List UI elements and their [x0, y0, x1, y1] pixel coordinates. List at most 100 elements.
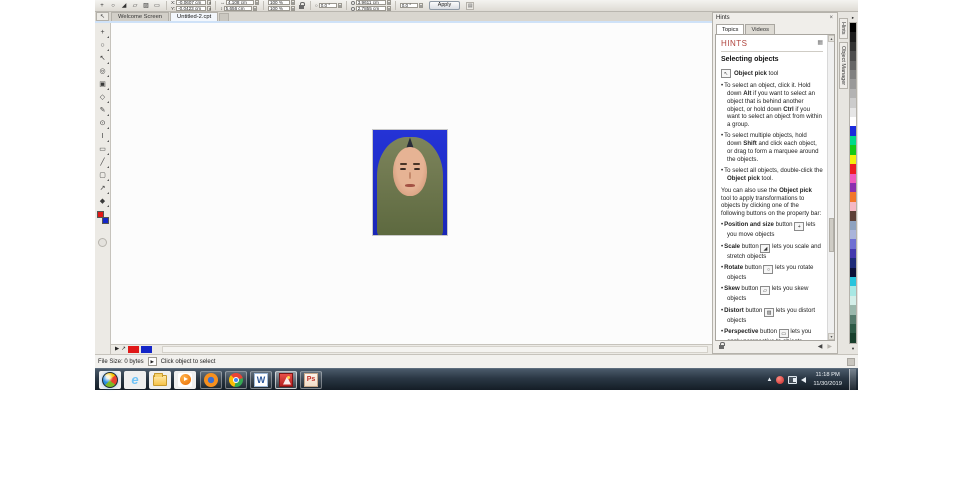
new-tab-stub[interactable] [219, 13, 230, 21]
palette-swatch[interactable] [850, 286, 856, 296]
palette-swatch[interactable] [850, 164, 856, 174]
clone-tool[interactable]: ⊙ [96, 117, 109, 130]
paper-color-swatch[interactable] [140, 346, 152, 353]
internet-explorer-icon[interactable]: e [124, 370, 146, 389]
position-size-button[interactable]: + [97, 1, 107, 11]
rotate-angle-field[interactable]: 0.0 ° [318, 3, 337, 8]
word-icon[interactable]: W [250, 370, 272, 389]
height-field[interactable]: 5.656 cm [223, 6, 252, 11]
toolbox-extra-icon[interactable] [98, 238, 107, 247]
status-play-icon[interactable]: ▶ [147, 357, 157, 366]
rotate-button[interactable]: ○ [108, 1, 118, 11]
palette-swatch[interactable] [850, 220, 856, 230]
dim2-field[interactable]: 2.7855 cm [355, 6, 386, 11]
shape-tool[interactable]: ▭ [96, 143, 109, 156]
firefox-icon[interactable] [200, 370, 222, 389]
palette-swatch[interactable] [850, 32, 856, 42]
document-tab[interactable]: Welcome Screen [111, 12, 170, 21]
x-field[interactable]: -0.0607 cm [176, 0, 207, 5]
vtab-hints[interactable]: Hints [838, 18, 848, 39]
palette-swatch[interactable] [850, 248, 856, 259]
palette-swatch[interactable] [850, 126, 856, 136]
palette-swatch[interactable] [850, 201, 856, 212]
palette-swatch[interactable] [850, 211, 856, 221]
skew-button[interactable]: ▱ [130, 1, 140, 11]
palette-swatch[interactable] [850, 173, 856, 183]
speaker-icon[interactable] [793, 376, 807, 383]
paint-color-swatch[interactable] [127, 346, 139, 353]
portrait-photo[interactable] [373, 130, 447, 235]
scale-y-field[interactable]: 100 % [267, 6, 290, 11]
lock-icon[interactable] [719, 342, 725, 349]
distort-button[interactable]: ▨ [141, 1, 151, 11]
dim2-radio[interactable] [350, 6, 355, 11]
mask-tool[interactable]: ○ [96, 39, 109, 52]
width-spinner[interactable] [254, 0, 259, 5]
scale-x-spinner[interactable] [290, 0, 295, 5]
scroll-up-icon[interactable]: ▲ [828, 35, 834, 42]
scale-x-field[interactable]: 100 % [267, 0, 290, 5]
palette-swatch[interactable] [850, 295, 856, 306]
forward-icon[interactable]: ▶ [826, 342, 833, 352]
tray-expand-icon[interactable]: ▲ [766, 375, 772, 385]
width-field[interactable]: 4.108 cm [225, 0, 254, 5]
canvas[interactable] [111, 23, 712, 344]
palette-swatch[interactable] [850, 154, 856, 165]
vtab-object-manager[interactable]: Object Manager [838, 41, 848, 89]
rotate-angle-spinner[interactable] [337, 3, 342, 8]
palette-swatch[interactable] [850, 182, 856, 193]
dim2-spinner[interactable] [386, 6, 391, 11]
document-tab[interactable]: Untitled-2.cpt [170, 12, 219, 21]
palette-swatch[interactable] [850, 258, 856, 268]
y-spinner[interactable] [207, 6, 212, 11]
zoom-tool[interactable]: ◎ [96, 65, 109, 78]
palette-swatch[interactable] [850, 135, 856, 146]
scroll-down-icon[interactable]: ▼ [828, 333, 834, 340]
palette-swatch[interactable] [850, 107, 856, 118]
hints-scrollbar[interactable]: ▲ ▼ [827, 35, 834, 340]
palette-swatch[interactable] [850, 305, 856, 315]
y-field[interactable]: -0.0423 cm [176, 6, 207, 11]
palette-swatch[interactable] [850, 79, 856, 89]
palette-swatch[interactable] [850, 51, 856, 61]
chrome-icon[interactable] [225, 370, 247, 389]
palette-flyout-bottom-icon[interactable]: ▾ [849, 345, 857, 352]
palette-swatch[interactable] [850, 333, 856, 343]
palette-swatch[interactable] [850, 267, 856, 277]
show-desktop-button[interactable] [849, 368, 856, 391]
palette-swatch[interactable] [850, 117, 856, 127]
back-icon[interactable]: ◀ [817, 342, 824, 352]
text-tool[interactable]: I [96, 130, 109, 143]
taskbar-clock[interactable]: 11:18 PM 11/30/2019 [810, 371, 845, 387]
eraser-tool[interactable]: ◇ [96, 91, 109, 104]
paint-tool[interactable]: ╱ [96, 156, 109, 169]
scale-y-spinner[interactable] [290, 6, 295, 11]
skew-angle-spinner[interactable] [418, 3, 423, 8]
crop-tool[interactable]: ▣ [96, 78, 109, 91]
palette-swatch[interactable] [850, 324, 856, 334]
palette-flyout-top-icon[interactable]: ▸ [849, 14, 857, 21]
tray-red-app-icon[interactable] [776, 375, 785, 384]
scroll-thumb[interactable] [828, 218, 834, 252]
palette-swatch[interactable] [850, 192, 856, 202]
eyedropper-tool[interactable]: ↗ [96, 182, 109, 195]
touch-up-brush-tool[interactable]: ✎ [96, 104, 109, 117]
dim1-field[interactable]: 3.9611 cm [355, 0, 386, 5]
dim1-radio[interactable] [350, 0, 355, 5]
palette-swatch[interactable] [850, 239, 856, 249]
perspective-button[interactable]: ▭ [152, 1, 162, 11]
height-spinner[interactable] [252, 6, 257, 11]
x-spinner[interactable] [207, 0, 212, 5]
pick-cursor-icon[interactable]: ↖ [96, 12, 109, 21]
hints-tab[interactable]: Videos [745, 24, 776, 34]
dim1-spinner[interactable] [386, 0, 391, 5]
file-explorer-icon[interactable] [149, 370, 171, 389]
ps-app-icon[interactable]: Ps [300, 370, 322, 389]
horizontal-scrollbar[interactable] [161, 346, 708, 353]
navigator-play-icon[interactable]: ▶ [115, 345, 119, 354]
palette-swatch[interactable] [850, 70, 856, 80]
fill-tool[interactable]: ◆ [96, 195, 109, 208]
scale-button[interactable]: ◢ [119, 1, 129, 11]
palette-swatch[interactable] [850, 60, 856, 71]
palette-swatch[interactable] [850, 276, 856, 287]
